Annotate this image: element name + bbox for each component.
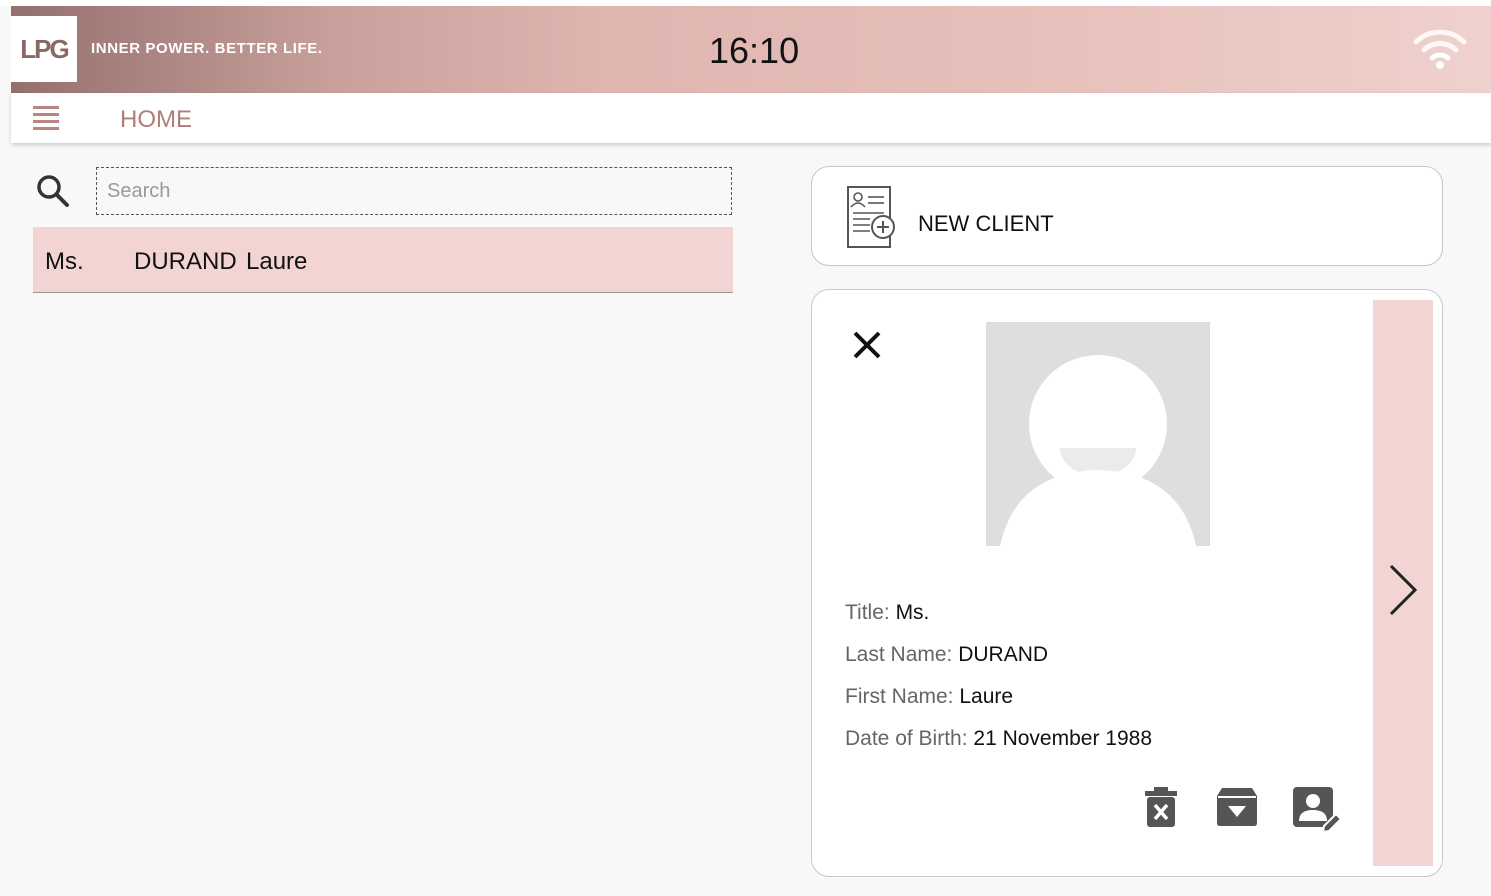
new-client-label: NEW CLIENT [918,211,1054,236]
lpg-logo: LPG [11,16,77,82]
next-panel[interactable] [1373,300,1433,866]
field-last-name: Last Name: DURAND [845,642,1152,667]
field-first-name: First Name: Laure [845,684,1152,709]
field-label: Date of Birth: [845,727,974,750]
delete-icon[interactable] [1144,786,1178,828]
menu-icon[interactable] [33,106,59,130]
search-icon[interactable] [36,174,70,208]
new-client-button[interactable]: NEW CLIENT [811,166,1443,266]
client-title: Ms. [45,248,84,275]
edit-profile-icon[interactable] [1292,786,1342,832]
archive-icon[interactable] [1216,786,1258,828]
client-detail-card: Title: Ms. Last Name: DURAND First Name:… [811,289,1443,877]
chevron-right-icon[interactable] [1387,562,1419,618]
field-label: First Name: [845,685,960,708]
page-title: HOME [120,106,192,133]
field-date-of-birth: Date of Birth: 21 November 1988 [845,726,1152,751]
field-value: Laure [959,685,1014,708]
tagline: INNER POWER. BETTER LIFE. [91,40,323,57]
client-list-item[interactable]: Ms. DURAND Laure [33,227,733,293]
app-header: LPG INNER POWER. BETTER LIFE. 16:10 [11,6,1491,93]
client-last-name: DURAND [134,248,237,275]
field-value: Ms. [895,601,930,624]
avatar-placeholder [986,322,1210,546]
logo-text: LPG [20,33,69,64]
field-label: Title: [845,601,896,624]
field-title: Title: Ms. [845,600,1152,625]
field-value: 21 November 1988 [973,727,1153,750]
wifi-icon [1413,29,1467,69]
clock: 16:10 [709,30,800,71]
field-value: DURAND [958,643,1049,666]
client-first-name: Laure [246,248,308,275]
nav-bar: HOME [11,93,1491,143]
add-client-document-icon [847,186,895,248]
close-icon[interactable] [850,328,884,362]
client-fields: Title: Ms. Last Name: DURAND First Name:… [845,600,1152,768]
search-input[interactable] [96,167,732,215]
field-label: Last Name: [845,643,959,666]
